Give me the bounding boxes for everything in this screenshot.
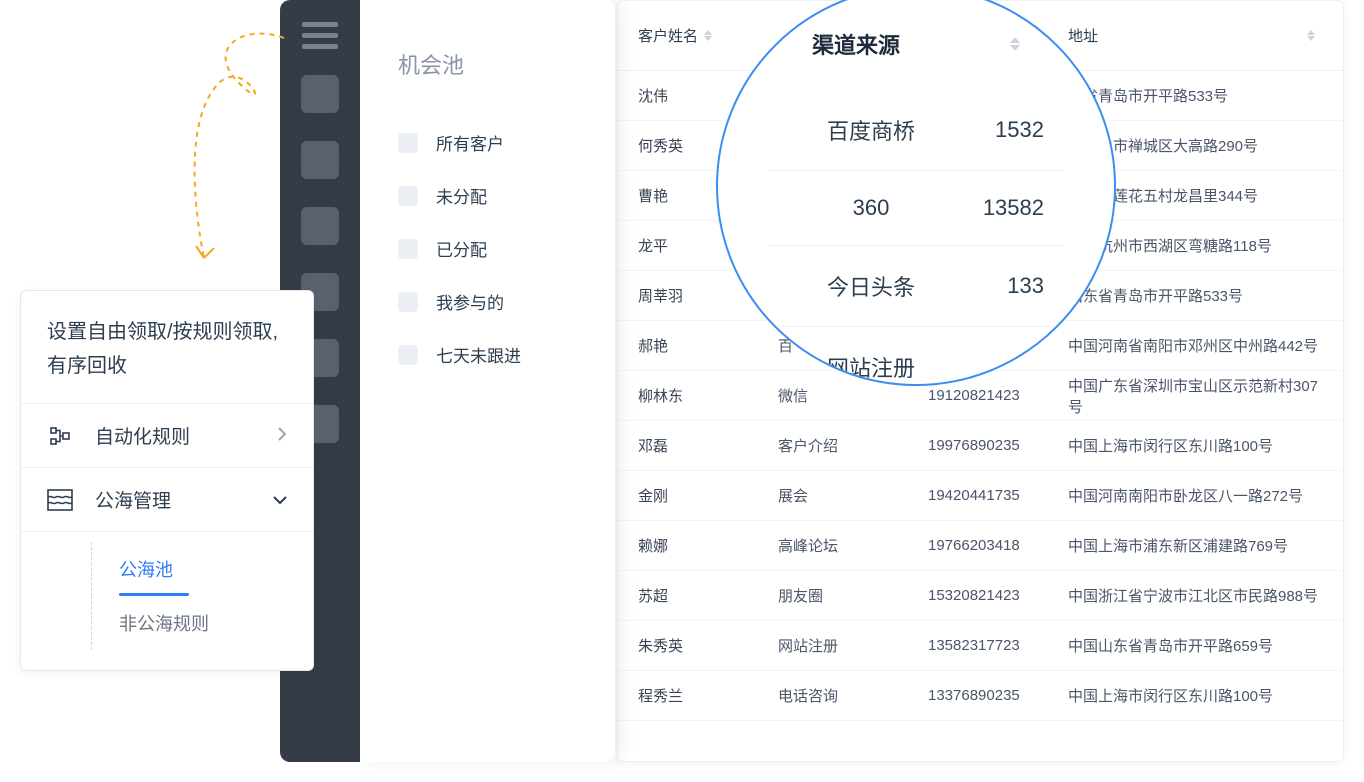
cell-channel: 展会	[778, 485, 928, 506]
filter-item-4[interactable]: 七天未跟进	[398, 328, 615, 381]
mag-channel: 百度商桥	[788, 114, 954, 146]
checkbox[interactable]	[398, 133, 418, 153]
filter-title: 机会池	[398, 48, 615, 80]
cell-name: 朱秀英	[638, 635, 778, 656]
cell-channel: 客户介绍	[778, 435, 928, 456]
mag-row: 36013582	[768, 171, 1064, 246]
cell-name: 程秀兰	[638, 685, 778, 706]
cell-channel: 电话咨询	[778, 685, 928, 706]
cell-phone: 19420441735	[928, 487, 1068, 504]
filter-item-1[interactable]: 未分配	[398, 169, 615, 222]
sea-manage-item[interactable]: 公海管理	[21, 467, 313, 531]
cell-channel: 微信	[778, 385, 928, 406]
mag-channel: 360	[788, 195, 954, 221]
mag-phone: 1532	[954, 117, 1044, 143]
chevron-right-icon	[277, 427, 287, 444]
chevron-down-icon	[273, 492, 287, 508]
sea-sub-items: 公海池 非公海规则	[21, 531, 313, 670]
cell-addr: 中国山东省青岛市开平路659号	[1068, 635, 1323, 656]
sort-icon	[1010, 37, 1020, 51]
mag-phone: 133	[954, 273, 1044, 299]
mag-header: 渠道来源	[768, 28, 1064, 60]
sub-item-pool[interactable]: 公海池	[21, 542, 313, 596]
automation-rules-item[interactable]: 自动化规则	[21, 403, 313, 467]
filter-label: 已分配	[436, 236, 487, 261]
cell-channel: 网站注册	[778, 635, 928, 656]
cell-addr: 中国河南省南阳市邓州区中州路442号	[1068, 335, 1323, 356]
table-row[interactable]: 程秀兰电话咨询13376890235中国上海市闵行区东川路100号	[618, 671, 1343, 721]
mag-channel: 今日头条	[788, 270, 954, 302]
filter-label: 我参与的	[436, 289, 504, 314]
checkbox[interactable]	[398, 186, 418, 206]
cell-phone: 15320821423	[928, 587, 1068, 604]
filter-label: 未分配	[436, 183, 487, 208]
mag-phone: 13582	[954, 195, 1044, 221]
checkbox[interactable]	[398, 239, 418, 259]
cell-addr: 中国河南南阳市卧龙区八一路272号	[1068, 485, 1323, 506]
table-row[interactable]: 柳林东微信19120821423中国广东省深圳市宝山区示范新村307号	[618, 371, 1343, 421]
flow-icon	[47, 423, 73, 449]
sea-manage-label: 公海管理	[95, 486, 273, 513]
mag-row: 百度商桥1532	[768, 90, 1064, 171]
cell-channel: 朋友圈	[778, 585, 928, 606]
table-row[interactable]: 邓磊客户介绍19976890235中国上海市闵行区东川路100号	[618, 421, 1343, 471]
cell-name: 柳林东	[638, 385, 778, 406]
sort-icon	[1307, 30, 1315, 41]
cell-addr: 山东省青岛市开平路533号	[1068, 285, 1323, 306]
cell-name: 邓磊	[638, 435, 778, 456]
settings-card: 设置自由领取/按规则领取,有序回收 自动化规则 公海管理 公	[20, 290, 314, 671]
filter-item-0[interactable]: 所有客户	[398, 116, 615, 169]
table-row[interactable]: 金刚展会19420441735中国河南南阳市卧龙区八一路272号	[618, 471, 1343, 521]
cell-channel: 高峰论坛	[778, 535, 928, 556]
table-row[interactable]: 朱秀英网站注册13582317723中国山东省青岛市开平路659号	[618, 621, 1343, 671]
table-row[interactable]: 苏超朋友圈15320821423中国浙江省宁波市江北区市民路988号	[618, 571, 1343, 621]
th-name[interactable]: 客户姓名	[638, 25, 778, 46]
cell-name: 郝艳	[638, 335, 778, 356]
cell-name: 赖娜	[638, 535, 778, 556]
sub-item-rules[interactable]: 非公海规则	[21, 596, 313, 650]
cell-phone: 13376890235	[928, 687, 1068, 704]
filter-item-2[interactable]: 已分配	[398, 222, 615, 275]
cell-addr: 中国上海市闵行区东川路100号	[1068, 685, 1323, 706]
cell-phone: 19976890235	[928, 437, 1068, 454]
th-addr[interactable]: 地址	[1068, 25, 1323, 46]
cell-phone: 13582317723	[928, 637, 1068, 654]
cell-phone: 19766203418	[928, 537, 1068, 554]
settings-title: 设置自由领取/按规则领取,有序回收	[21, 291, 313, 403]
automation-label: 自动化规则	[95, 422, 277, 449]
cell-addr: 中国广东省深圳市宝山区示范新村307号	[1068, 375, 1323, 417]
checkbox[interactable]	[398, 345, 418, 365]
checkbox[interactable]	[398, 292, 418, 312]
cell-addr: 中国上海市浦东新区浦建路769号	[1068, 535, 1323, 556]
cell-addr: 中国上海市闵行区东川路100号	[1068, 435, 1323, 456]
filter-panel: 机会池 所有客户未分配已分配我参与的七天未跟进	[360, 0, 615, 762]
cell-phone: 19120821423	[928, 387, 1068, 404]
cell-addr: 东省青岛市开平路533号	[1068, 85, 1323, 106]
filter-label: 所有客户	[436, 130, 504, 155]
table-row[interactable]: 赖娜高峰论坛19766203418中国上海市浦东新区浦建路769号	[618, 521, 1343, 571]
cell-addr: 中国浙江省宁波市江北区市民路988号	[1068, 585, 1323, 606]
cell-name: 金刚	[638, 485, 778, 506]
magnifier-lens: 渠道来源 百度商桥153236013582今日头条133网站注册	[716, 0, 1116, 386]
cell-name: 苏超	[638, 585, 778, 606]
sort-icon	[704, 30, 712, 41]
filter-label: 七天未跟进	[436, 342, 521, 367]
pool-icon	[47, 487, 73, 513]
filter-item-3[interactable]: 我参与的	[398, 275, 615, 328]
guide-arrow	[144, 28, 314, 288]
mag-row: 今日头条133	[768, 246, 1064, 327]
